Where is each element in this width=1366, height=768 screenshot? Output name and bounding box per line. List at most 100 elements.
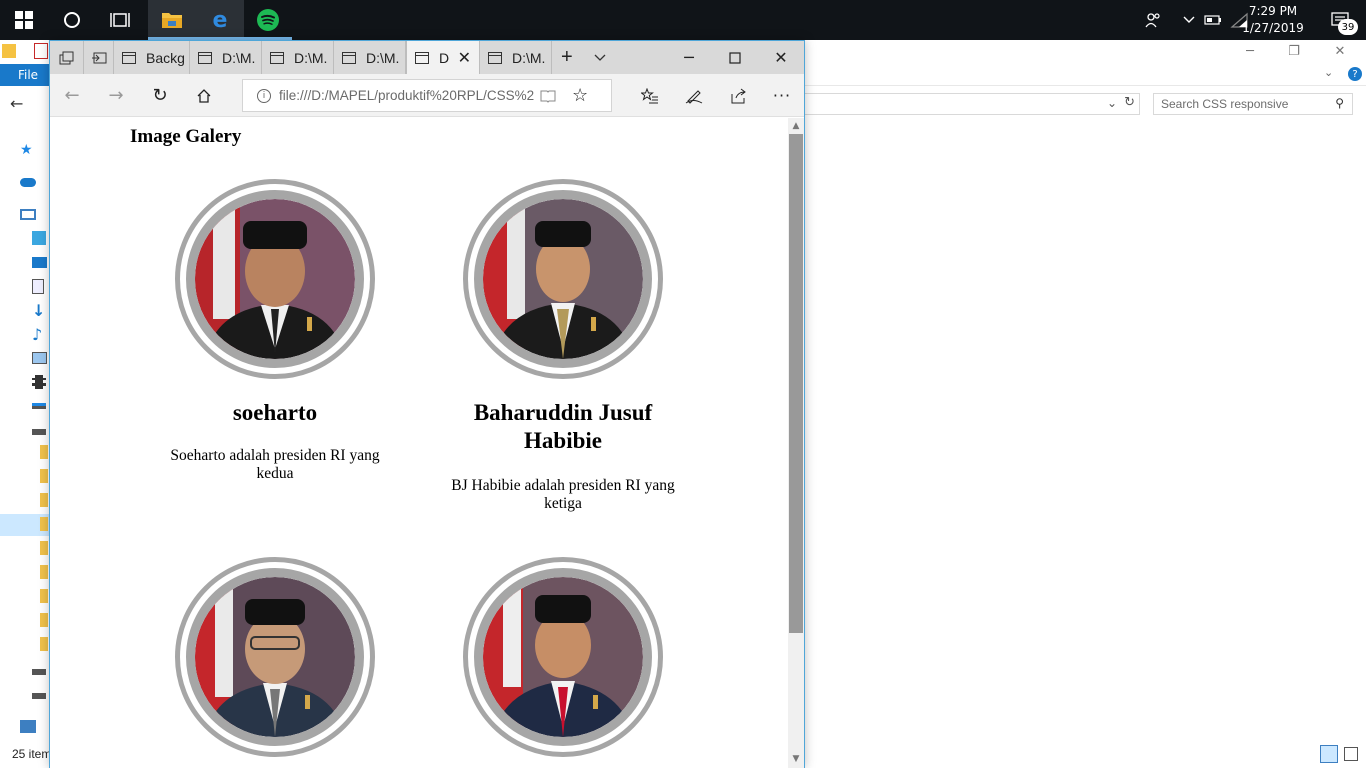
taskbar: e 7:29 PM 1/27/2019 39 xyxy=(0,0,1366,40)
share-button[interactable] xyxy=(716,74,760,117)
address-dropdown-icon[interactable]: ⌄ xyxy=(1107,96,1117,110)
nav-network[interactable] xyxy=(20,716,48,736)
maximize-button[interactable] xyxy=(712,41,758,74)
cortana-circle-icon xyxy=(64,12,80,28)
scroll-down-arrow[interactable]: ▼ xyxy=(788,751,804,767)
info-icon[interactable]: i xyxy=(257,88,271,103)
portrait-image xyxy=(195,577,355,737)
tab-bar: Backg D:\M. D:\M. D:\M. D ✕ D:\M. + ─ ✕ xyxy=(50,41,804,75)
search-placeholder: Search CSS responsive xyxy=(1161,97,1289,111)
folder-icon xyxy=(40,469,48,483)
explorer-minimize-button[interactable]: ─ xyxy=(1228,40,1272,62)
details-view-icon[interactable] xyxy=(1320,745,1338,763)
file-tab[interactable]: File xyxy=(0,64,56,86)
battery-button[interactable] xyxy=(1202,0,1224,40)
refresh-button[interactable]: ↻ xyxy=(138,74,182,117)
spotify-icon xyxy=(257,9,279,31)
tab-6[interactable]: D:\M. xyxy=(480,41,552,74)
nav-onedrive[interactable] xyxy=(20,172,48,192)
large-icons-view-icon[interactable] xyxy=(1344,747,1358,761)
forward-arrow-icon: → xyxy=(108,85,124,106)
cortana-button[interactable] xyxy=(48,0,96,40)
document-icon xyxy=(32,278,44,294)
taskbar-file-explorer[interactable] xyxy=(148,0,196,40)
explorer-address-bar[interactable]: ⌄ ↻ xyxy=(800,93,1140,115)
folder-icon xyxy=(40,589,48,603)
help-icon[interactable]: ? xyxy=(1348,67,1362,81)
web-note-button[interactable] xyxy=(672,74,716,117)
taskbar-edge[interactable]: e xyxy=(196,0,244,40)
explorer-search-input[interactable]: Search CSS responsive ⚲ xyxy=(1153,93,1353,115)
network-icon xyxy=(20,719,36,733)
folder-icon xyxy=(40,613,48,627)
more-menu-button[interactable]: ··· xyxy=(760,74,804,117)
folder-icon xyxy=(40,637,48,651)
page-title: Image Galery xyxy=(130,126,242,147)
address-bar[interactable]: i file:///D:/MAPEL/produktif%20RPL/CSS%2… xyxy=(242,79,612,112)
pen-icon xyxy=(685,89,703,104)
task-view-icon xyxy=(110,13,130,27)
task-view-button[interactable] xyxy=(96,0,144,40)
scrollbar-thumb[interactable] xyxy=(789,134,803,633)
set-tabs-aside-button[interactable] xyxy=(84,41,114,74)
drive-icon xyxy=(32,693,46,699)
film-icon xyxy=(32,375,46,389)
tab-1[interactable]: Backg xyxy=(114,41,190,74)
maximize-icon xyxy=(729,51,741,64)
favorites-hub-button[interactable] xyxy=(628,74,672,117)
refresh-icon[interactable]: ↻ xyxy=(1124,95,1135,110)
folder-icon xyxy=(40,541,48,555)
tab-3[interactable]: D:\M. xyxy=(262,41,334,74)
people-icon xyxy=(1145,13,1160,28)
reading-view-icon[interactable] xyxy=(540,89,556,103)
chevron-down-icon xyxy=(594,54,606,61)
explorer-close-button[interactable]: ✕ xyxy=(1318,40,1362,62)
page-icon xyxy=(122,51,136,64)
tab-preview-button[interactable] xyxy=(50,41,84,74)
tab-close-icon[interactable]: ✕ xyxy=(458,48,471,68)
clock-date: 1/27/2019 xyxy=(1242,21,1304,35)
edge-browser-icon: e xyxy=(213,9,228,31)
forward-button[interactable]: → xyxy=(94,74,138,117)
card-description: BJ Habibie adalah presiden RI yang ketig… xyxy=(451,477,675,512)
minimize-button[interactable]: ─ xyxy=(666,41,712,74)
tab-list-button[interactable] xyxy=(584,41,614,74)
page-icon xyxy=(270,51,284,64)
show-hidden-icons-button[interactable] xyxy=(1178,0,1200,40)
computer-icon xyxy=(20,208,36,220)
cloud-icon xyxy=(20,177,36,187)
chevron-up-icon xyxy=(1183,16,1195,23)
drive-icon xyxy=(32,403,46,409)
refresh-icon: ↻ xyxy=(152,85,168,106)
nav-this-pc[interactable] xyxy=(20,204,48,224)
portrait-frame xyxy=(175,557,375,757)
tab-2[interactable]: D:\M. xyxy=(190,41,262,74)
gallery-card xyxy=(438,557,688,768)
clock-time: 7:29 PM xyxy=(1248,4,1298,18)
nav-quick-access[interactable]: ★ xyxy=(20,140,48,160)
scroll-up-arrow[interactable]: ▲ xyxy=(788,118,804,134)
portrait-inner-ring xyxy=(186,568,364,746)
home-icon xyxy=(197,88,211,103)
home-button[interactable] xyxy=(182,74,226,117)
back-arrow-icon[interactable]: ← xyxy=(10,94,23,113)
portrait-inner-ring xyxy=(474,190,652,368)
desktop-icon xyxy=(32,256,47,268)
new-tab-button[interactable]: + xyxy=(552,41,584,74)
taskbar-spotify[interactable] xyxy=(244,0,292,40)
cube-icon xyxy=(32,231,46,245)
tab-preview-icon xyxy=(59,51,74,64)
tab-4[interactable]: D:\M. xyxy=(334,41,406,74)
start-button[interactable] xyxy=(0,0,48,40)
tab-5-active[interactable]: D ✕ xyxy=(406,41,480,75)
favorite-star-icon[interactable]: ☆ xyxy=(572,85,588,106)
ribbon-expand-icon[interactable]: ⌄ xyxy=(1324,66,1333,79)
taskbar-clock[interactable]: 7:29 PM 1/27/2019 xyxy=(1238,3,1308,37)
close-button[interactable]: ✕ xyxy=(758,41,804,74)
action-center-button[interactable]: 39 xyxy=(1318,0,1362,40)
explorer-restore-button[interactable]: ❐ xyxy=(1272,40,1316,62)
portrait-image xyxy=(483,199,643,359)
folder-icon xyxy=(40,493,48,507)
back-button[interactable]: ← xyxy=(50,74,94,117)
people-button[interactable] xyxy=(1140,0,1166,40)
